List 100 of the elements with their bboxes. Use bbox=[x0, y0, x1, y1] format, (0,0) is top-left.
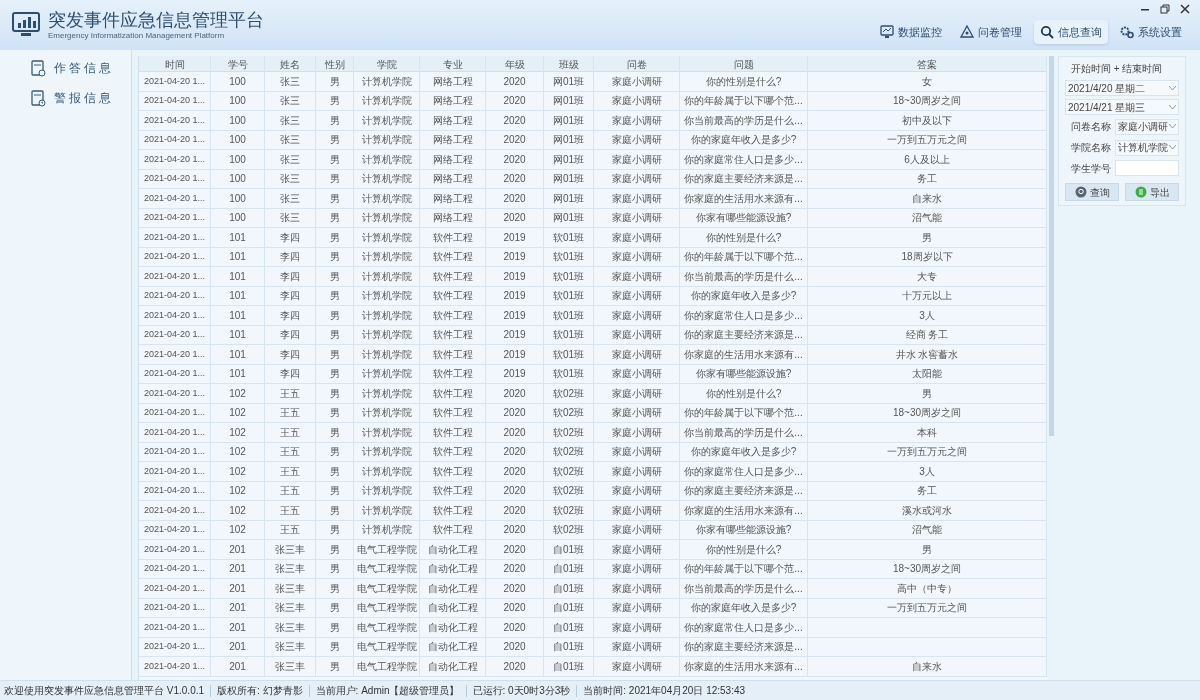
table-cell-text: 李四 bbox=[280, 367, 300, 382]
table-cell-text: 男 bbox=[329, 640, 340, 655]
table-cell-text: 你的年龄属于以下哪个范... bbox=[684, 94, 803, 109]
table-cell-text: 男 bbox=[329, 250, 340, 265]
table-cell-text: 软02班 bbox=[552, 484, 585, 499]
table-cell-text: 2021-04-20 1... bbox=[143, 445, 205, 458]
table-cell-text: 男 bbox=[329, 347, 340, 362]
table-cell-text: 自动化工程 bbox=[427, 562, 478, 577]
nav-tab[interactable]: 信息查询 bbox=[1034, 20, 1108, 44]
table-cell-text: 201 bbox=[229, 640, 246, 655]
table-cell-text: 2020 bbox=[503, 601, 526, 616]
close-icon[interactable] bbox=[1180, 4, 1190, 14]
table-cell-text: 2020 bbox=[503, 523, 526, 538]
column-header[interactable]: 时间 bbox=[139, 56, 211, 72]
table-cell-text: 网络工程 bbox=[432, 172, 473, 187]
table-cell-text: 2020 bbox=[503, 484, 526, 499]
table-cell-text: 李四 bbox=[280, 269, 300, 284]
scrollbar[interactable] bbox=[1049, 56, 1054, 436]
table-cell-text: 自动化工程 bbox=[427, 601, 478, 616]
table-cell-text: 2021-04-20 1... bbox=[143, 211, 205, 224]
table-cell-text: 2020 bbox=[503, 562, 526, 577]
table-cell-text: 自01班 bbox=[552, 640, 585, 655]
column-header[interactable]: 专业 bbox=[420, 56, 486, 72]
table-cell-text: 102 bbox=[229, 445, 246, 460]
table-cell-text: 家庭小调研 bbox=[611, 74, 662, 89]
table-cell-text: 家庭小调研 bbox=[611, 464, 662, 479]
table-cell-text: 2021-04-20 1... bbox=[143, 523, 205, 536]
table-cell-text: 张三丰 bbox=[275, 581, 305, 596]
action-button[interactable]: 导出 bbox=[1125, 183, 1179, 201]
table-cell-text: 2020 bbox=[503, 386, 526, 401]
table-cell-text: 2021-04-20 1... bbox=[143, 328, 205, 341]
status-text: 当前用户: Admin【超级管理员】 bbox=[315, 684, 460, 698]
table-cell-text: 你的性别是什么? bbox=[705, 230, 782, 245]
column-header[interactable]: 问题 bbox=[680, 56, 808, 72]
table-cell-text: 你家庭的生活用水来源有... bbox=[684, 347, 803, 362]
table-cell-text: 软02班 bbox=[552, 386, 585, 401]
table-cell-text: 201 bbox=[229, 601, 246, 616]
sidebar-item[interactable]: 警报信息 bbox=[30, 88, 131, 108]
table-cell-text: 王五 bbox=[280, 445, 300, 460]
settings-icon bbox=[1120, 25, 1134, 39]
table-cell-text: 张三 bbox=[280, 211, 300, 226]
date-picker[interactable]: 2021/4/21 星期三 bbox=[1065, 99, 1179, 115]
monitor-icon bbox=[880, 25, 894, 39]
table-cell-text: 计算机学院 bbox=[361, 211, 412, 226]
table-cell-text: 软件工程 bbox=[432, 445, 473, 460]
table-cell-text: 自01班 bbox=[552, 601, 585, 616]
action-button[interactable]: 查询 bbox=[1065, 183, 1119, 201]
table-cell-text: 男 bbox=[329, 191, 340, 206]
dropdown[interactable]: 家庭小调研 bbox=[1115, 118, 1179, 135]
table-cell-text: 你的家庭年收入是多少? bbox=[690, 133, 797, 148]
table-cell-text: 100 bbox=[229, 94, 246, 109]
column-header[interactable]: 学院 bbox=[354, 56, 420, 72]
dropdown[interactable]: 计算机学院 bbox=[1115, 139, 1179, 156]
input-field[interactable] bbox=[1115, 160, 1179, 177]
table-cell-text: 你家有哪些能源设施? bbox=[695, 367, 792, 382]
table-cell-text: 你的家庭主要经济来源是... bbox=[684, 328, 803, 343]
date-picker[interactable]: 2021/4/20 星期二 bbox=[1065, 80, 1179, 96]
table-cell-text: 李四 bbox=[280, 347, 300, 362]
table-cell-text: 2020 bbox=[503, 74, 526, 89]
table-cell-text: 100 bbox=[229, 133, 246, 148]
table-cell-text: 家庭小调研 bbox=[611, 308, 662, 323]
table-cell-text: 男 bbox=[329, 230, 340, 245]
table-cell-text: 软件工程 bbox=[432, 308, 473, 323]
table-cell-text: 3人 bbox=[919, 308, 935, 323]
table-cell-text: 软01班 bbox=[552, 250, 585, 265]
column-header[interactable]: 答案 bbox=[808, 56, 1047, 72]
nav-tab[interactable]: 数据监控 bbox=[874, 20, 948, 44]
table-cell-text: 100 bbox=[229, 211, 246, 226]
table-cell-text: 软01班 bbox=[552, 347, 585, 362]
sidebar-item[interactable]: 作答信息 bbox=[30, 58, 131, 78]
column-header[interactable]: 学号 bbox=[211, 56, 265, 72]
table-cell-text: 201 bbox=[229, 659, 246, 674]
table-cell-text: 你的家庭年收入是多少? bbox=[690, 289, 797, 304]
column-header[interactable]: 性别 bbox=[316, 56, 354, 72]
table-cell-text: 网络工程 bbox=[432, 94, 473, 109]
column-header[interactable]: 班级 bbox=[544, 56, 594, 72]
nav-tab[interactable]: 问卷管理 bbox=[954, 20, 1028, 44]
table-cell-text: 张三丰 bbox=[275, 542, 305, 557]
column-header[interactable]: 问卷 bbox=[594, 56, 680, 72]
table-cell: 2021-04-20 1... bbox=[143, 464, 205, 478]
nav-tab[interactable]: 系统设置 bbox=[1114, 20, 1188, 44]
table-cell-text: 计算机学院 bbox=[361, 308, 412, 323]
date-range-label: 开始时间 + 结束时间 bbox=[1070, 62, 1164, 76]
table-cell-text: 男 bbox=[329, 94, 340, 109]
table-cell: 2021-04-20 1... bbox=[143, 308, 205, 322]
table-cell-text: 自动化工程 bbox=[427, 640, 478, 655]
table-cell-text: 家庭小调研 bbox=[611, 211, 662, 226]
table-cell-text: 李四 bbox=[280, 250, 300, 265]
table-cell-text: 2021-04-20 1... bbox=[143, 640, 205, 653]
table-cell-text: 家庭小调研 bbox=[611, 445, 662, 460]
table-cell-text: 男 bbox=[329, 211, 340, 226]
table-cell-text: 男 bbox=[329, 445, 340, 460]
restore-icon[interactable] bbox=[1160, 4, 1170, 14]
table-cell-text: 张三 bbox=[280, 133, 300, 148]
column-header[interactable]: 年级 bbox=[486, 56, 544, 72]
column-header[interactable]: 姓名 bbox=[265, 56, 316, 72]
table-cell-text: 男 bbox=[329, 328, 340, 343]
table-cell-text: 2020 bbox=[503, 211, 526, 226]
table-cell-text: 家庭小调研 bbox=[611, 562, 662, 577]
table-cell-text: 电气工程学院 bbox=[356, 640, 417, 655]
